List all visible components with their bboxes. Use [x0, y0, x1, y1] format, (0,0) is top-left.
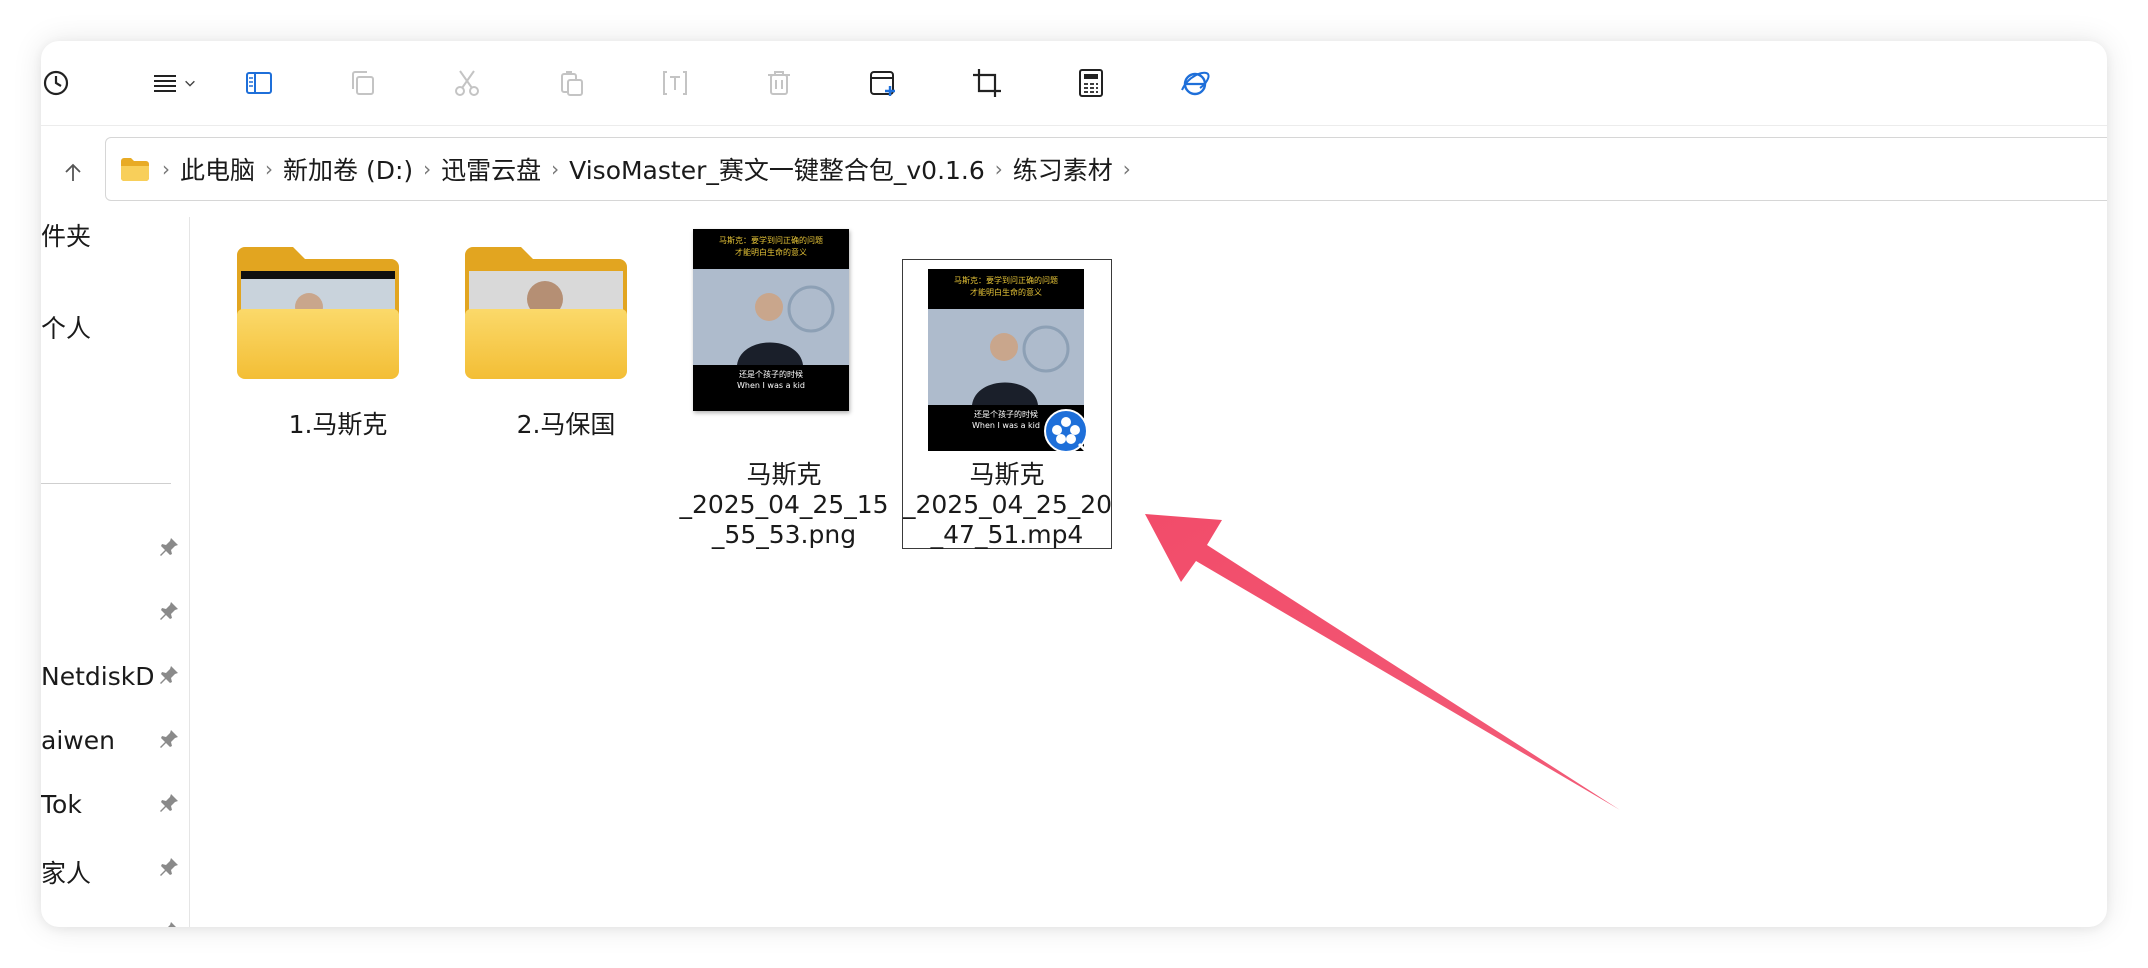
pin-icon[interactable] — [157, 855, 181, 879]
rename-icon[interactable] — [647, 59, 703, 107]
pin-icon[interactable] — [157, 535, 181, 559]
file-name: 1.马斯克 — [288, 410, 388, 439]
breadcrumb-thunder-cloud[interactable]: 迅雷云盘 — [435, 151, 547, 187]
folder-item[interactable]: 1.马斯克 — [233, 245, 443, 505]
file-name: _2025_04_25_20 — [903, 490, 1113, 519]
sidebar-divider — [41, 483, 171, 484]
image-file-item[interactable]: 马斯克：要学到问正确的问题 才能明白生命的意义 还是个孩子的时候 When I … — [679, 217, 889, 549]
chevron-right-icon: › — [162, 157, 170, 181]
image-thumbnail: 马斯克：要学到问正确的问题 才能明白生命的意义 还是个孩子的时候 When I … — [693, 229, 849, 411]
pin-icon[interactable] — [157, 727, 181, 751]
chevron-right-icon[interactable]: › — [991, 157, 1007, 181]
file-name: _47_51.mp4 — [930, 520, 1084, 549]
sidebar-item[interactable]: 个人 — [41, 309, 91, 345]
chevron-right-icon[interactable]: › — [261, 157, 277, 181]
sidebar-item[interactable]: Tok — [41, 790, 82, 819]
paste-icon[interactable] — [543, 59, 599, 107]
crop-icon[interactable] — [959, 59, 1015, 107]
chevron-right-icon[interactable]: › — [547, 157, 563, 181]
ie-browser-icon[interactable] — [1167, 59, 1223, 107]
copy-icon[interactable] — [335, 59, 391, 107]
thumbnail-subtitle: When I was a kid — [737, 381, 805, 390]
folder-icon — [465, 247, 627, 379]
address-row: › 此电脑 › 新加卷 (D:) › 迅雷云盘 › VisoMaster_赛文一… — [41, 137, 2107, 207]
thumbnail-caption: 马斯克：要学到问正确的问题 — [954, 276, 1058, 285]
view-menu-icon — [154, 75, 176, 92]
file-name: 马斯克 — [969, 460, 1045, 489]
view-menu-button[interactable] — [137, 59, 209, 107]
file-list: 1.马斯克 2.马保国 马斯克：要学到问正确的问题 才能明白生命的意义 还是个孩… — [191, 217, 2107, 927]
thumbnail-caption: 才能明白生命的意义 — [970, 288, 1042, 297]
video-file-item[interactable]: 马斯克：要学到问正确的问题 才能明白生命的意义 还是个孩子的时候 When I … — [902, 259, 1112, 549]
file-name: 马斯克 — [746, 460, 822, 489]
video-player-app-icon — [1044, 409, 1088, 453]
sidebar-item[interactable]: 家人 — [41, 854, 91, 890]
thumbnail-caption: 马斯克：要学到问正确的问题 — [719, 236, 823, 245]
thumbnail-subtitle: 还是个孩子的时候 — [739, 370, 803, 379]
file-name: _55_53.png — [711, 520, 857, 549]
sidebar-item[interactable]: 件夹 — [41, 217, 91, 253]
folder-item[interactable]: 2.马保国 — [461, 245, 671, 505]
folder-icon — [237, 247, 399, 379]
file-name: _2025_04_25_15 — [679, 490, 889, 519]
breadcrumb-drive-d[interactable]: 新加卷 (D:) — [277, 151, 419, 187]
breadcrumb-this-pc[interactable]: 此电脑 — [174, 151, 261, 187]
history-icon[interactable] — [41, 59, 87, 107]
address-bar[interactable]: › 此电脑 › 新加卷 (D:) › 迅雷云盘 › VisoMaster_赛文一… — [105, 137, 2107, 201]
pin-icon[interactable] — [157, 791, 181, 815]
calculator-icon[interactable] — [1063, 59, 1119, 107]
breadcrumb-practice-materials[interactable]: 练习素材 — [1007, 151, 1119, 187]
delete-icon[interactable] — [751, 59, 807, 107]
folder-icon — [121, 158, 149, 181]
file-name: 2.马保国 — [516, 410, 616, 439]
pin-icon[interactable] — [157, 663, 181, 687]
chevron-right-icon[interactable]: › — [419, 157, 435, 181]
explorer-window: › 此电脑 › 新加卷 (D:) › 迅雷云盘 › VisoMaster_赛文一… — [41, 41, 2107, 927]
details-pane-icon[interactable] — [231, 59, 287, 107]
cut-icon[interactable] — [439, 59, 495, 107]
chevron-right-icon[interactable]: › — [1119, 157, 1135, 181]
toolbar — [41, 41, 2107, 125]
navigation-pane: 件夹 个人 NetdiskDo aiwen Tok 家人 — [41, 217, 190, 927]
new-window-icon[interactable] — [855, 59, 911, 107]
up-arrow-icon[interactable] — [49, 149, 97, 197]
pin-icon[interactable] — [157, 599, 181, 623]
breadcrumb-visomaster[interactable]: VisoMaster_赛文一键整合包_v0.1.6 — [563, 151, 991, 187]
chevron-down-icon — [185, 80, 195, 87]
thumbnail-caption: 才能明白生命的意义 — [735, 248, 807, 257]
sidebar-item[interactable]: aiwen — [41, 726, 115, 755]
sidebar-item-netdisk[interactable]: NetdiskDo — [41, 662, 153, 691]
pin-icon[interactable] — [157, 919, 181, 927]
toolbar-divider — [41, 125, 2107, 126]
